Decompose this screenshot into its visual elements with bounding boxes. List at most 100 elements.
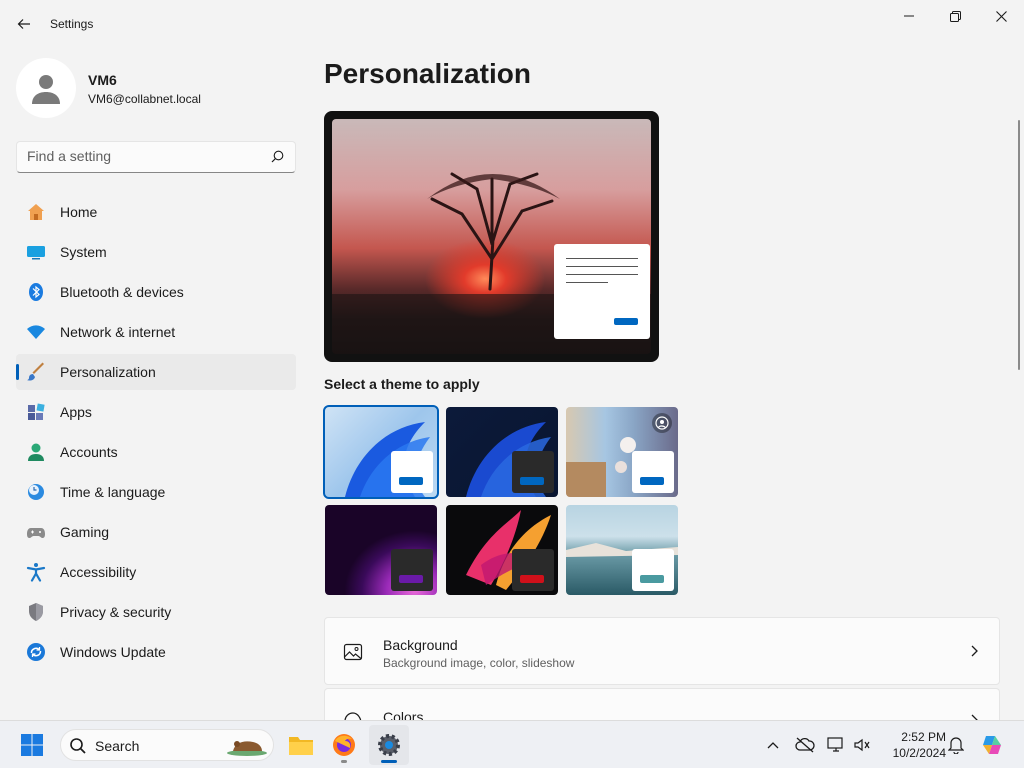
start-button[interactable] — [12, 725, 52, 765]
accounts-icon — [26, 442, 46, 462]
sidebar-item-system[interactable]: System — [16, 234, 296, 270]
avatar[interactable] — [16, 58, 76, 118]
settings-gear-icon — [378, 734, 400, 756]
theme-flow[interactable] — [566, 505, 678, 595]
theme-glow[interactable] — [325, 505, 437, 595]
search-icon — [69, 737, 87, 760]
sidebar-item-label: System — [60, 244, 107, 260]
minimize-button[interactable] — [886, 0, 932, 32]
card-title: Background — [383, 637, 458, 653]
windows-start-icon — [21, 734, 43, 756]
settings-search-box[interactable] — [16, 141, 296, 173]
chevron-right-icon — [969, 713, 979, 720]
desktop-preview — [324, 111, 659, 362]
sidebar-item-label: Personalization — [60, 364, 156, 380]
clock-date: 10/2/2024 — [892, 746, 946, 760]
sidebar-item-label: Privacy & security — [60, 604, 172, 620]
theme-windows-light[interactable] — [323, 405, 439, 499]
sidebar-item-gaming[interactable]: Gaming — [16, 514, 296, 550]
theme-mini-window — [632, 451, 674, 493]
theme-captured-motion[interactable] — [446, 505, 558, 595]
back-button[interactable] — [8, 10, 40, 38]
clock-time: 2:52 PM — [901, 730, 946, 744]
colors-settings-card[interactable]: Colors — [324, 688, 1000, 720]
desktop-preview-image — [332, 119, 651, 354]
page-title: Personalization — [324, 58, 531, 89]
theme-mini-window — [391, 451, 433, 493]
person-avatar-icon — [32, 75, 60, 104]
search-icon[interactable] — [271, 150, 284, 168]
scrollbar[interactable] — [1018, 120, 1020, 370]
sidebar-item-label: Home — [60, 204, 98, 220]
search-highlight-icon — [225, 735, 269, 757]
chevron-up-icon[interactable] — [761, 733, 785, 757]
active-indicator — [381, 760, 397, 763]
sidebar-item-home[interactable]: Home — [16, 194, 296, 230]
close-icon — [995, 10, 1007, 22]
close-button[interactable] — [978, 0, 1024, 32]
sidebar-item-apps[interactable]: Apps — [16, 394, 296, 430]
paintbrush-icon — [26, 362, 46, 382]
spotlight-icon — [652, 413, 672, 433]
theme-mini-window — [512, 451, 554, 493]
taskbar-search[interactable]: Search — [60, 729, 274, 761]
time-language-icon — [26, 482, 46, 502]
sidebar-item-label: Accounts — [60, 444, 118, 460]
bluetooth-icon — [26, 282, 46, 302]
sidebar-item-time-language[interactable]: Time & language — [16, 474, 296, 510]
back-arrow-icon — [17, 19, 30, 29]
sidebar-item-label: Network & internet — [60, 324, 176, 340]
sidebar-item-label: Bluetooth & devices — [60, 284, 184, 300]
minimize-icon — [904, 15, 914, 17]
notifications-bell-icon[interactable] — [944, 733, 968, 757]
windows-update-icon — [26, 642, 46, 662]
home-icon — [26, 202, 46, 222]
app-title: Settings — [50, 17, 94, 31]
sidebar-item-label: Time & language — [60, 484, 166, 500]
sidebar-item-bluetooth[interactable]: Bluetooth & devices — [16, 274, 296, 310]
volume-icon[interactable] — [850, 733, 874, 757]
sidebar-item-privacy[interactable]: Privacy & security — [16, 594, 296, 630]
sidebar-item-accounts[interactable]: Accounts — [16, 434, 296, 470]
sidebar-item-network[interactable]: Network & internet — [16, 314, 296, 350]
copilot-icon[interactable] — [980, 733, 1004, 757]
preview-window-sample — [554, 244, 650, 339]
onedrive-offline-icon[interactable] — [793, 733, 817, 757]
user-name: VM6 — [88, 72, 117, 88]
theme-mini-window — [512, 549, 554, 591]
search-input[interactable] — [27, 148, 267, 164]
firefox-button[interactable] — [324, 725, 364, 765]
sidebar-item-windows-update[interactable]: Windows Update — [16, 634, 296, 670]
sidebar-item-label: Windows Update — [60, 644, 166, 660]
user-email: VM6@collabnet.local — [88, 92, 201, 106]
themes-heading: Select a theme to apply — [324, 376, 480, 392]
palette-icon — [343, 711, 363, 720]
system-clock[interactable]: 2:52 PM 10/2/2024 — [880, 729, 946, 761]
sidebar-item-accessibility[interactable]: Accessibility — [16, 554, 296, 590]
settings-app-button[interactable] — [369, 725, 409, 765]
apps-icon — [26, 402, 46, 422]
background-image-icon — [343, 642, 363, 667]
theme-mini-window — [632, 549, 674, 591]
card-title: Colors — [383, 709, 424, 720]
card-subtitle: Background image, color, slideshow — [383, 656, 575, 670]
theme-mini-window — [391, 549, 433, 591]
network-icon[interactable] — [824, 733, 848, 757]
title-bar: Settings — [0, 0, 1024, 48]
background-settings-card[interactable]: Background Background image, color, slid… — [324, 617, 1000, 685]
taskbar: Search 2:52 PM 10/2/2024 — [0, 720, 1024, 768]
restore-button[interactable] — [932, 0, 978, 32]
theme-windows-spotlight[interactable] — [566, 407, 678, 497]
shield-icon — [26, 602, 46, 622]
sidebar-nav: Home System Bluetooth & devices Network … — [16, 194, 296, 674]
selection-indicator — [16, 364, 19, 380]
running-indicator — [341, 760, 347, 763]
sidebar-item-label: Accessibility — [60, 564, 137, 580]
theme-windows-dark[interactable] — [446, 407, 558, 497]
system-display-icon — [26, 242, 46, 262]
taskbar-search-label: Search — [95, 738, 140, 754]
file-explorer-button[interactable] — [281, 725, 321, 765]
sidebar-item-personalization[interactable]: Personalization — [16, 354, 296, 390]
wifi-icon — [26, 322, 46, 342]
firefox-icon — [333, 734, 355, 756]
